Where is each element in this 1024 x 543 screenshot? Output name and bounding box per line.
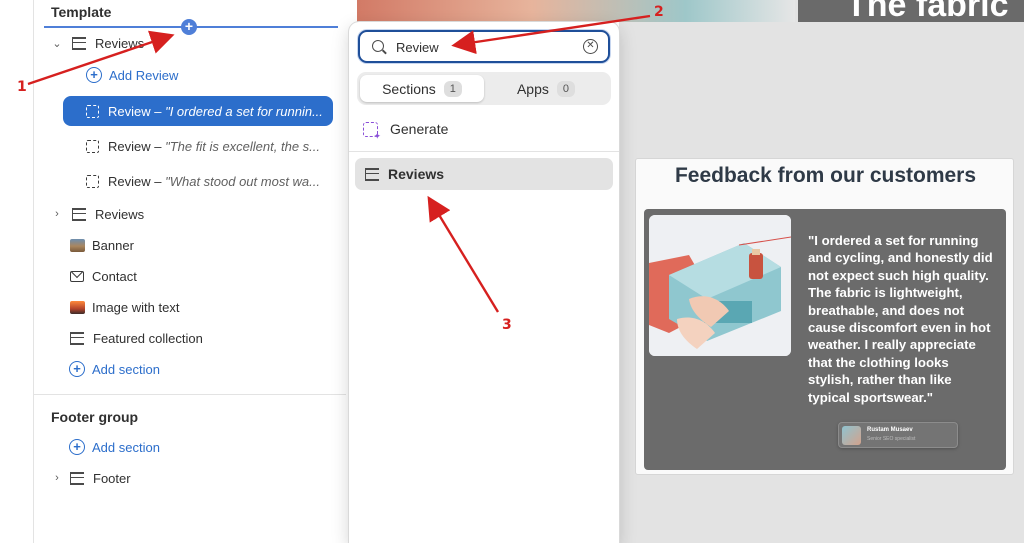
add-section-popover: ✕ Sections 1 Apps 0 Generate Reviews [349, 22, 619, 543]
search-field[interactable]: ✕ [358, 30, 610, 63]
review-quote: "I ordered a set for runnin... [165, 103, 323, 119]
template-group-title: Template [51, 4, 112, 20]
chevron-right-icon[interactable]: › [50, 472, 64, 484]
section-icon [72, 36, 86, 50]
sparkle-block-icon [363, 121, 381, 142]
add-section-label: Add section [92, 361, 160, 377]
sidebar-section-label: Featured collection [93, 330, 203, 346]
section-icon [70, 471, 84, 485]
avatar [842, 426, 861, 445]
block-icon [86, 104, 99, 118]
generate-label: Generate [390, 121, 449, 137]
search-icon [372, 40, 384, 52]
reviews-section-preview[interactable]: Feedback from our customers "I ordered a… [635, 158, 1014, 475]
sidebar-section-label: Banner [92, 237, 134, 253]
annotation-number-3: 3 [502, 317, 512, 333]
tab-label: Sections [382, 80, 436, 97]
footer-group-title: Footer group [51, 409, 139, 425]
plus-circle-icon: + [69, 361, 85, 377]
sidebar-section-featured-collection[interactable]: Featured collection [70, 323, 203, 353]
sidebar-section-reviews-expanded[interactable]: ⌄ Reviews [48, 28, 338, 58]
block-icon [86, 139, 99, 153]
sidebar-section-label: Contact [92, 268, 137, 284]
mail-icon [70, 270, 84, 282]
testimonial-quote: "I ordered a set for running and cycling… [808, 233, 993, 405]
generate-option[interactable]: Generate [363, 118, 449, 142]
author-name: Rustam Musaev [867, 427, 913, 433]
search-input[interactable] [396, 36, 576, 58]
plus-circle-icon: + [69, 439, 85, 455]
block-icon [86, 174, 99, 188]
hero-title: The fabric [846, 0, 1009, 22]
add-review-label: Add Review [109, 67, 179, 83]
tab-sections[interactable]: Sections 1 [360, 75, 484, 102]
sidebar-section-footer[interactable]: › Footer [48, 463, 131, 493]
review-prefix: Review – [108, 173, 162, 189]
add-review-block-button[interactable]: + Add Review [86, 60, 178, 90]
hero-image [357, 0, 795, 22]
section-tree-sidebar: Template + ⌄ Reviews + Add Review Review… [34, 0, 346, 543]
tab-count-badge: 1 [443, 80, 462, 97]
sidebar-section-contact[interactable]: Contact [70, 261, 137, 291]
add-section-label: Add section [92, 439, 160, 455]
sidebar-divider [34, 394, 346, 395]
annotation-number-2: 2 [654, 4, 664, 20]
review-quote: "What stood out most wa... [165, 173, 320, 189]
reviews-section-heading: Feedback from our customers [674, 164, 977, 187]
section-icon [70, 331, 84, 345]
sidebar-section-label: Image with text [92, 299, 180, 315]
sidebar-section-label: Reviews [95, 35, 145, 51]
section-icon [365, 167, 379, 181]
image-icon [70, 238, 85, 252]
search-result-label: Reviews [388, 166, 445, 182]
sidebar-section-reviews[interactable]: › Reviews [48, 199, 144, 229]
tab-count-badge: 0 [556, 80, 576, 97]
chevron-down-icon[interactable]: ⌄ [50, 37, 64, 50]
tab-apps[interactable]: Apps 0 [484, 75, 608, 102]
annotation-number-1: 1 [17, 79, 27, 95]
testimonial-author: Rustam Musaev Senior SEO specialist [838, 422, 958, 448]
clear-search-icon[interactable]: ✕ [583, 39, 598, 54]
sidebar-section-banner[interactable]: Banner [70, 230, 134, 260]
sidebar-section-label: Footer [93, 470, 131, 486]
add-section-button[interactable]: + Add section [69, 354, 160, 384]
author-role: Senior SEO specialist [867, 436, 916, 442]
review-prefix: Review – [108, 138, 162, 154]
popover-divider [349, 151, 619, 152]
section-icon [72, 207, 86, 221]
preview-hero-strip: The fabric [346, 0, 1024, 22]
sidebar-block-review-1[interactable]: Review – "I ordered a set for runnin... [63, 96, 333, 126]
review-quote: "The fit is excellent, the s... [165, 138, 320, 154]
results-tabs: Sections 1 Apps 0 [357, 72, 611, 105]
sidebar-block-review-3[interactable]: Review – "What stood out most wa... [86, 166, 320, 196]
footer-add-section-button[interactable]: + Add section [69, 432, 160, 462]
sidebar-section-label: Reviews [95, 206, 145, 222]
tab-label: Apps [516, 80, 549, 97]
review-prefix: Review – [108, 103, 162, 119]
plus-circle-icon: + [86, 67, 102, 83]
sidebar-block-review-2[interactable]: Review – "The fit is excellent, the s... [86, 131, 320, 161]
chevron-right-icon[interactable]: › [50, 208, 64, 220]
image-icon [70, 300, 85, 314]
search-result-reviews[interactable]: Reviews [355, 158, 613, 190]
testimonial-card[interactable]: "I ordered a set for running and cycling… [644, 209, 1006, 470]
sidebar-section-image-with-text[interactable]: Image with text [70, 292, 179, 322]
sewing-machine-illustration [649, 215, 791, 356]
